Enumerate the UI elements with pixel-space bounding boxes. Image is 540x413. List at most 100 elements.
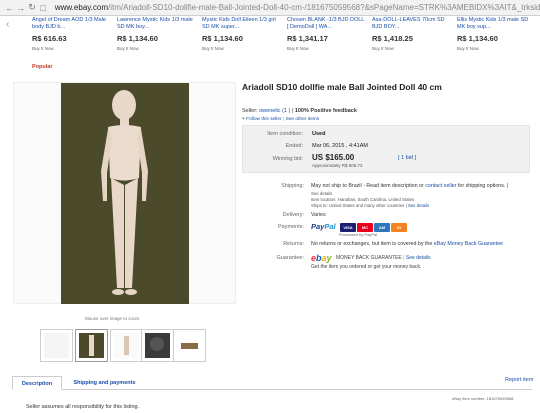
carousel-item[interactable]: Ellis Mystic Kids 1/3 male SD MK boy sup…: [457, 17, 535, 51]
carousel-item-title[interactable]: Mystic Kids Doll Eileen 1/3 girl SD MK s…: [202, 17, 280, 32]
auction-info-box: Item condition: Used Ended: Mar 06, 2015…: [242, 125, 530, 173]
guarantee-details-link[interactable]: See details: [406, 255, 431, 261]
carousel-prev-icon[interactable]: ‹: [6, 19, 9, 30]
thumbnail[interactable]: [173, 329, 206, 362]
url-path: /itm/Ariadoll-SD10-dollfie-male-Ball-Joi…: [108, 3, 540, 12]
carousel-item-price: R$ 616.63: [32, 34, 67, 43]
zoom-hint: Mouse over image to zoom: [85, 316, 140, 321]
shipping-tail: for shipping options. |: [457, 183, 509, 189]
guarantee-label: Guarantee:: [276, 255, 304, 261]
ended-label: Ended:: [285, 143, 303, 149]
carousel-item[interactable]: Chosen BLANK -1/3 BJD DOLL [ DemoDoll ] …: [287, 17, 365, 51]
carousel-item-buy: Buy It Now: [202, 46, 224, 51]
url-text[interactable]: www.ebay.com/itm/Ariadoll-SD10-dollfie-m…: [55, 3, 540, 12]
carousel-item-title[interactable]: Chosen BLANK -1/3 BJD DOLL [ DemoDoll ] …: [287, 17, 365, 32]
carousel-item[interactable]: Angel of Dream AOD 1/3 Male body BJD b..…: [32, 17, 110, 51]
delivery-value: Varies: [311, 212, 326, 218]
carousel-item-buy: Buy It Now: [32, 46, 54, 51]
ships-to-details-link[interactable]: See details: [408, 203, 429, 208]
returns-value: No returns or exchanges, but item is cov…: [311, 241, 533, 248]
carousel-item-price: R$ 1,134.60: [117, 34, 158, 43]
carousel-item-price: R$ 1,134.60: [202, 34, 243, 43]
browser-address-bar[interactable]: ← → ↻ □ www.ebay.com/itm/Ariadoll-SD10-d…: [0, 0, 540, 16]
see-other-items-link[interactable]: See other items: [286, 117, 320, 122]
thumbnail[interactable]: [141, 329, 174, 362]
item-title: Ariadoll SD10 dollfie male Ball Jointed …: [242, 82, 442, 92]
forward-arrow-icon[interactable]: →: [15, 3, 26, 13]
item-number: eBay item number: 181675059568: [452, 396, 514, 401]
returns-label: Returns:: [283, 241, 304, 247]
follow-seller-link[interactable]: Follow this seller: [246, 117, 281, 122]
ships-to: Ships to: United States and many other c…: [311, 202, 429, 209]
ended-value: Mar 06, 2015 , 4:41AM: [312, 143, 368, 149]
thumbnail-doll-graphic: [150, 337, 164, 351]
carousel-item-price: R$ 1,418.25: [372, 34, 413, 43]
carousel-item[interactable]: Mystic Kids Doll Eileen 1/3 girl SD MK s…: [202, 17, 280, 51]
carousel-item-title[interactable]: Angel of Dream AOD 1/3 Male body BJD b..…: [32, 17, 110, 32]
seller-feedback: 100% Positive feedback: [294, 108, 357, 114]
similar-items-carousel: ‹ Angel of Dream AOD 1/3 Male body BJD b…: [0, 17, 540, 57]
winning-bid-price: US $165.00: [312, 153, 355, 162]
winning-bid-label: Winning bid:: [272, 156, 303, 162]
bid-count-link[interactable]: [ 1 bid ]: [398, 155, 416, 161]
thumbnail-doll-graphic: [181, 343, 198, 349]
url-host: www.ebay.com: [54, 3, 109, 12]
approx-price: Approximately R$ 506.72: [312, 163, 363, 168]
carousel-item-title[interactable]: Lawrence Mystic Kids 1/3 male SD MK boy.…: [117, 17, 195, 32]
seller-info: Seller: owenelic (1 ) | 100% Positive fe…: [242, 108, 357, 114]
shipping-label: Shipping:: [281, 183, 304, 189]
carousel-item-price: R$ 1,134.60: [457, 34, 498, 43]
thumbnail-doll-graphic: [124, 336, 129, 355]
paypal-note: Processed by PayPal: [339, 232, 378, 237]
carousel-item-buy: Buy It Now: [117, 46, 139, 51]
thumbnail-doll-graphic: [89, 335, 94, 356]
thumbnail-selected[interactable]: [75, 329, 108, 362]
guarantee-title: MONEY BACK GUARANTEE: [336, 255, 402, 261]
carousel-item[interactable]: Asa-DOLL-LEAVES 70cm SD BJD BOY... R$ 1,…: [372, 17, 450, 51]
carousel-item-title[interactable]: Ellis Mystic Kids 1/3 male SD MK boy sup…: [457, 17, 535, 32]
paypal-logo-icon: PayPal: [311, 222, 336, 231]
condition-value: Used: [312, 131, 326, 137]
visa-card-icon: VISA: [340, 223, 356, 232]
seller-label: Seller:: [242, 108, 258, 114]
guarantee-title-row: MONEY BACK GUARANTEE | See details: [336, 255, 431, 261]
returns-text: No returns or exchanges, but item is cov…: [311, 241, 433, 247]
money-back-guarantee-link[interactable]: eBay Money Back Guarantee: [434, 241, 503, 247]
tab-description[interactable]: Description: [12, 376, 62, 390]
ebay-logo-icon: ebay: [311, 253, 332, 263]
popular-badge: Popular: [32, 64, 53, 70]
doll-figure-graphic: [61, 83, 189, 304]
amex-card-icon: AM: [374, 223, 390, 232]
ships-to-text: Ships to: United States and many other c…: [311, 203, 407, 208]
carousel-item-title[interactable]: Asa-DOLL-LEAVES 70cm SD BJD BOY...: [372, 17, 450, 32]
back-arrow-icon[interactable]: ←: [4, 3, 15, 13]
thumbnail[interactable]: [110, 329, 143, 362]
carousel-item-buy: Buy It Now: [287, 46, 309, 51]
doll-image: [61, 83, 189, 304]
carousel-item[interactable]: Lawrence Mystic Kids 1/3 male SD MK boy.…: [117, 17, 195, 51]
carousel-item-buy: Buy It Now: [372, 46, 394, 51]
main-item-photo[interactable]: [13, 82, 236, 304]
seller-score-link[interactable]: (1 ): [282, 108, 290, 114]
mastercard-icon: MC: [357, 223, 373, 232]
guarantee-subtext: Get the item you ordered or get your mon…: [311, 264, 422, 270]
description-tabs: Description Shipping and payments: [12, 376, 532, 390]
shipping-value: May not ship to Brazil - Read item descr…: [311, 183, 533, 190]
discover-card-icon: DI: [391, 223, 407, 232]
condition-label: Item condition:: [267, 131, 303, 137]
tab-shipping-payments[interactable]: Shipping and payments: [67, 376, 142, 390]
page-icon: □: [40, 2, 46, 13]
thumbnail[interactable]: [40, 329, 73, 362]
carousel-item-price: R$ 1,341.17: [287, 34, 328, 43]
seller-name-link[interactable]: owenelic: [259, 108, 280, 114]
delivery-label: Delivery:: [282, 212, 304, 218]
payments-label: Payments:: [278, 224, 304, 230]
carousel-item-buy: Buy It Now: [457, 46, 479, 51]
report-item-link[interactable]: Report item: [505, 377, 533, 383]
reload-icon[interactable]: ↻: [26, 2, 37, 13]
seller-disclaimer: Seller assumes all responsibility for th…: [26, 404, 140, 410]
follow-row: + Follow this seller | See other items: [242, 117, 320, 122]
plus-icon: +: [242, 117, 245, 122]
shipping-text: May not ship to Brazil - Read item descr…: [311, 183, 424, 189]
contact-seller-link[interactable]: contact seller: [425, 183, 456, 189]
